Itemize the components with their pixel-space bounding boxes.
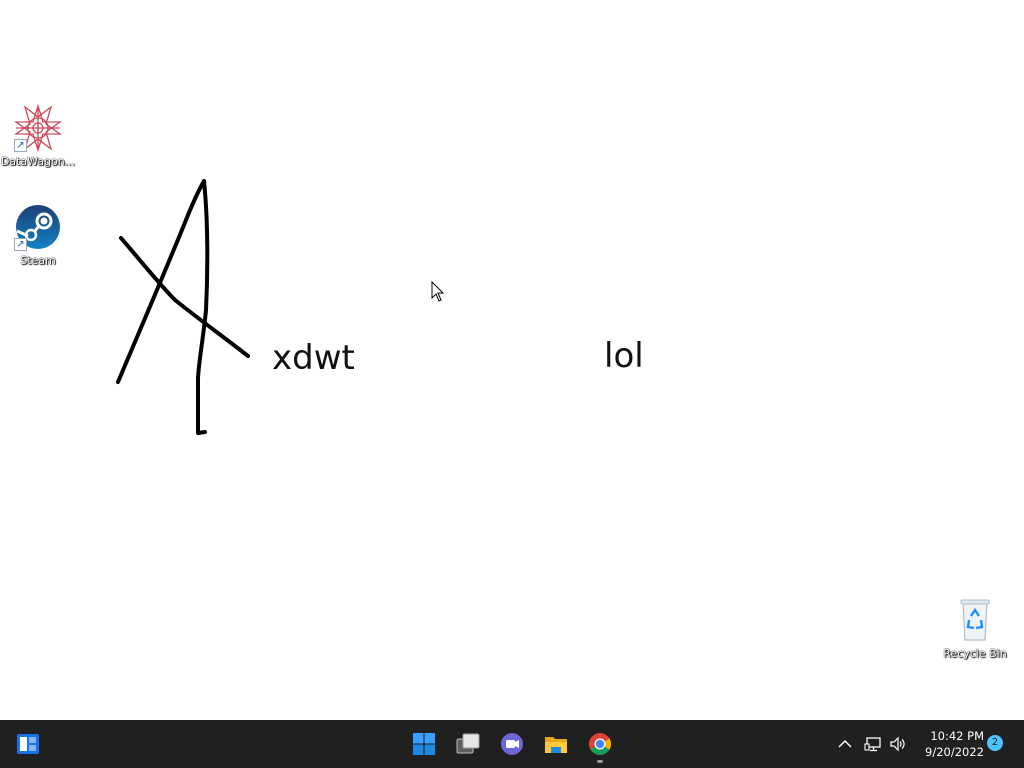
clock-date: 9/20/2022 xyxy=(925,745,984,759)
start-windows-icon xyxy=(413,733,435,755)
chevron-up-icon xyxy=(838,739,852,748)
widgets-icon xyxy=(17,734,39,754)
volume-icon xyxy=(890,736,905,752)
task-view-button[interactable] xyxy=(448,724,488,764)
teams-chat-button[interactable] xyxy=(492,724,532,764)
handwritten-a-drawing xyxy=(116,179,250,435)
volume-button[interactable] xyxy=(887,732,909,756)
running-indicator xyxy=(597,760,603,763)
file-explorer-icon xyxy=(545,737,567,753)
canvas-text-lol: lol xyxy=(604,336,644,376)
network-icon xyxy=(864,737,881,752)
task-view-icon xyxy=(456,733,480,754)
taskbar: 10:42 PM 9/20/2022 xyxy=(0,720,1024,768)
network-button[interactable] xyxy=(862,732,884,756)
chrome-button[interactable] xyxy=(580,724,620,764)
chrome-icon xyxy=(589,733,611,755)
canvas-text-xdwt: xdwt xyxy=(272,338,355,378)
mouse-cursor-icon xyxy=(431,281,445,302)
file-explorer-button[interactable] xyxy=(536,724,576,764)
start-button[interactable] xyxy=(404,724,444,764)
clock-time: 10:42 PM xyxy=(930,729,984,743)
clock[interactable]: 10:42 PM 9/20/2022 xyxy=(912,728,984,760)
desktop[interactable]: ↗ DataWagon... ↗ Steam Recycle Bin xdwt … xyxy=(0,0,1024,720)
teams-chat-icon xyxy=(501,733,523,755)
show-hidden-icons-button[interactable] xyxy=(834,732,856,756)
notification-count-badge[interactable]: 2 xyxy=(987,735,1003,751)
widgets-button[interactable] xyxy=(8,724,48,764)
